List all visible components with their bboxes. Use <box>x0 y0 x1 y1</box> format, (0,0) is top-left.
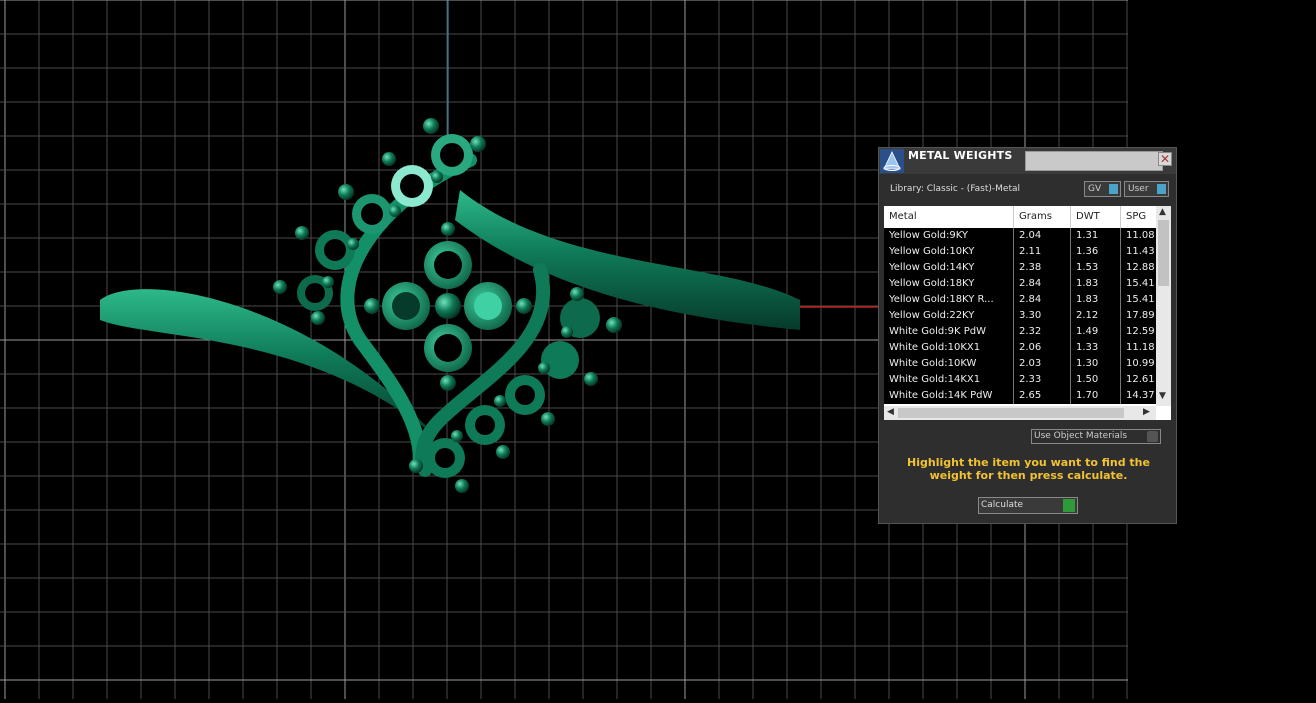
table-row[interactable]: White Gold:10KW 2.03 1.30 10.99 <box>884 356 1156 372</box>
calculate-label: Calculate <box>981 500 1024 510</box>
table-row[interactable]: White Gold:9K PdW 2.32 1.49 12.59 <box>884 324 1156 340</box>
cell-metal: Yellow Gold:18KY R... <box>884 292 1014 308</box>
cell-spg: 12.61 <box>1126 374 1155 385</box>
scroll-down-icon[interactable]: ▼ <box>1159 391 1166 401</box>
cell-grams: 2.84 <box>1014 292 1071 308</box>
vertical-scroll-thumb[interactable] <box>1158 220 1169 286</box>
cell-dwt: 1.36 <box>1071 244 1121 260</box>
vertical-scrollbar[interactable]: ▲ ▼ <box>1156 206 1171 406</box>
cell-metal: White Gold:9K PdW <box>884 324 1014 340</box>
gv-toggle-label: GV <box>1088 184 1102 194</box>
column-header-grams[interactable]: Grams <box>1014 206 1071 228</box>
scroll-right-icon[interactable]: ▶ <box>1143 407 1150 417</box>
cell-grams: 2.06 <box>1014 340 1071 356</box>
cell-dwt: 1.70 <box>1071 388 1121 404</box>
horizontal-scroll-thumb[interactable] <box>898 408 1124 418</box>
panel-title: METAL WEIGHTS <box>908 149 1013 162</box>
gv-toggle[interactable]: GV <box>1084 181 1121 197</box>
cell-grams: 2.33 <box>1014 372 1071 388</box>
user-toggle[interactable]: User <box>1124 181 1169 197</box>
cell-metal: Yellow Gold:10KY <box>884 244 1014 260</box>
table-header: Metal Grams DWT SPG <box>884 206 1156 228</box>
cell-spg: 10.99 <box>1126 358 1155 369</box>
table-body: Yellow Gold:9KY 2.04 1.31 11.08 Yellow Gold:… <box>884 228 1156 404</box>
cell-grams: 2.84 <box>1014 276 1071 292</box>
table-row[interactable]: Yellow Gold:14KY 2.38 1.53 12.88 <box>884 260 1156 276</box>
cell-grams: 2.11 <box>1014 244 1071 260</box>
cell-metal: White Gold:14KX1 <box>884 372 1014 388</box>
cell-dwt: 1.83 <box>1071 292 1121 308</box>
scroll-left-icon[interactable]: ◀ <box>887 407 894 417</box>
use-object-materials-toggle[interactable]: Use Object Materials <box>1031 429 1161 444</box>
cell-spg: 17.89 <box>1126 310 1155 321</box>
library-label: Library: Classic - (Fast)-Metal <box>890 184 1021 194</box>
table-row[interactable]: Yellow Gold:18KY R... 2.84 1.83 15.41 <box>884 292 1156 308</box>
cell-dwt: 1.30 <box>1071 356 1121 372</box>
table-row[interactable]: Yellow Gold:10KY 2.11 1.36 11.43 <box>884 244 1156 260</box>
cell-spg: 15.41 <box>1126 294 1155 305</box>
play-arrow-icon <box>1063 499 1075 512</box>
use-object-materials-label: Use Object Materials <box>1034 431 1128 441</box>
title-drag-area[interactable] <box>1025 151 1163 171</box>
table-row[interactable]: Yellow Gold:22KY 3.30 2.12 17.89 <box>884 308 1156 324</box>
cell-dwt: 1.33 <box>1071 340 1121 356</box>
toggle-indicator-icon <box>1109 184 1118 194</box>
cell-dwt: 1.83 <box>1071 276 1121 292</box>
column-header-metal[interactable]: Metal <box>884 206 1014 228</box>
table-row[interactable]: White Gold:14K PdW 2.65 1.70 14.37 <box>884 388 1156 404</box>
calculate-button[interactable]: Calculate <box>978 497 1078 514</box>
table-row[interactable]: White Gold:10KX1 2.06 1.33 11.18 <box>884 340 1156 356</box>
instruction-text: Highlight the item you want to find the … <box>907 456 1150 482</box>
ring-model[interactable] <box>100 118 800 493</box>
cell-metal: Yellow Gold:22KY <box>884 308 1014 324</box>
table-row[interactable]: White Gold:14KX1 2.33 1.50 12.61 <box>884 372 1156 388</box>
center-cluster <box>382 241 512 372</box>
cell-dwt: 1.50 <box>1071 372 1121 388</box>
cell-grams: 2.65 <box>1014 388 1071 404</box>
toggle-knob-icon <box>1147 431 1158 442</box>
cell-spg: 12.88 <box>1126 262 1155 273</box>
table-row[interactable]: Yellow Gold:18KY 2.84 1.83 15.41 <box>884 276 1156 292</box>
cell-metal: Yellow Gold:18KY <box>884 276 1014 292</box>
cell-metal: White Gold:14K PdW <box>884 388 1014 404</box>
cell-grams: 2.38 <box>1014 260 1071 276</box>
cell-metal: White Gold:10KW <box>884 356 1014 372</box>
cell-metal: Yellow Gold:9KY <box>884 228 1014 244</box>
cell-spg: 11.43 <box>1126 246 1155 257</box>
cell-dwt: 1.49 <box>1071 324 1121 340</box>
cell-metal: Yellow Gold:14KY <box>884 260 1014 276</box>
cell-dwt: 1.53 <box>1071 260 1121 276</box>
user-toggle-label: User <box>1128 184 1149 194</box>
cell-dwt: 2.12 <box>1071 308 1121 324</box>
metal-weights-panel: METAL WEIGHTS ✕ Library: Classic - (Fast… <box>878 147 1177 524</box>
horizontal-scrollbar[interactable]: ◀ ▶ <box>884 406 1156 420</box>
cell-spg: 12.59 <box>1126 326 1155 337</box>
column-header-spg[interactable]: SPG <box>1121 206 1161 228</box>
cell-metal: White Gold:10KX1 <box>884 340 1014 356</box>
cell-spg: 11.18 <box>1126 342 1155 353</box>
cell-spg: 11.08 <box>1126 230 1155 241</box>
table-row[interactable]: Yellow Gold:9KY 2.04 1.31 11.08 <box>884 228 1156 244</box>
cell-spg: 14.37 <box>1126 390 1155 401</box>
cell-dwt: 1.31 <box>1071 228 1121 244</box>
cell-grams: 2.32 <box>1014 324 1071 340</box>
column-header-dwt[interactable]: DWT <box>1071 206 1121 228</box>
panel-titlebar[interactable]: METAL WEIGHTS ✕ <box>879 148 1176 174</box>
metal-weights-table[interactable]: Metal Grams DWT SPG Yellow Gold:9KY 2.04 1… <box>884 206 1171 420</box>
toggle-indicator-icon <box>1157 184 1166 194</box>
cell-grams: 3.30 <box>1014 308 1071 324</box>
close-icon[interactable]: ✕ <box>1158 152 1172 166</box>
cell-spg: 15.41 <box>1126 278 1155 289</box>
cell-grams: 2.04 <box>1014 228 1071 244</box>
metal-weights-app-icon <box>880 149 904 173</box>
cell-grams: 2.03 <box>1014 356 1071 372</box>
scroll-up-icon[interactable]: ▲ <box>1159 207 1166 217</box>
